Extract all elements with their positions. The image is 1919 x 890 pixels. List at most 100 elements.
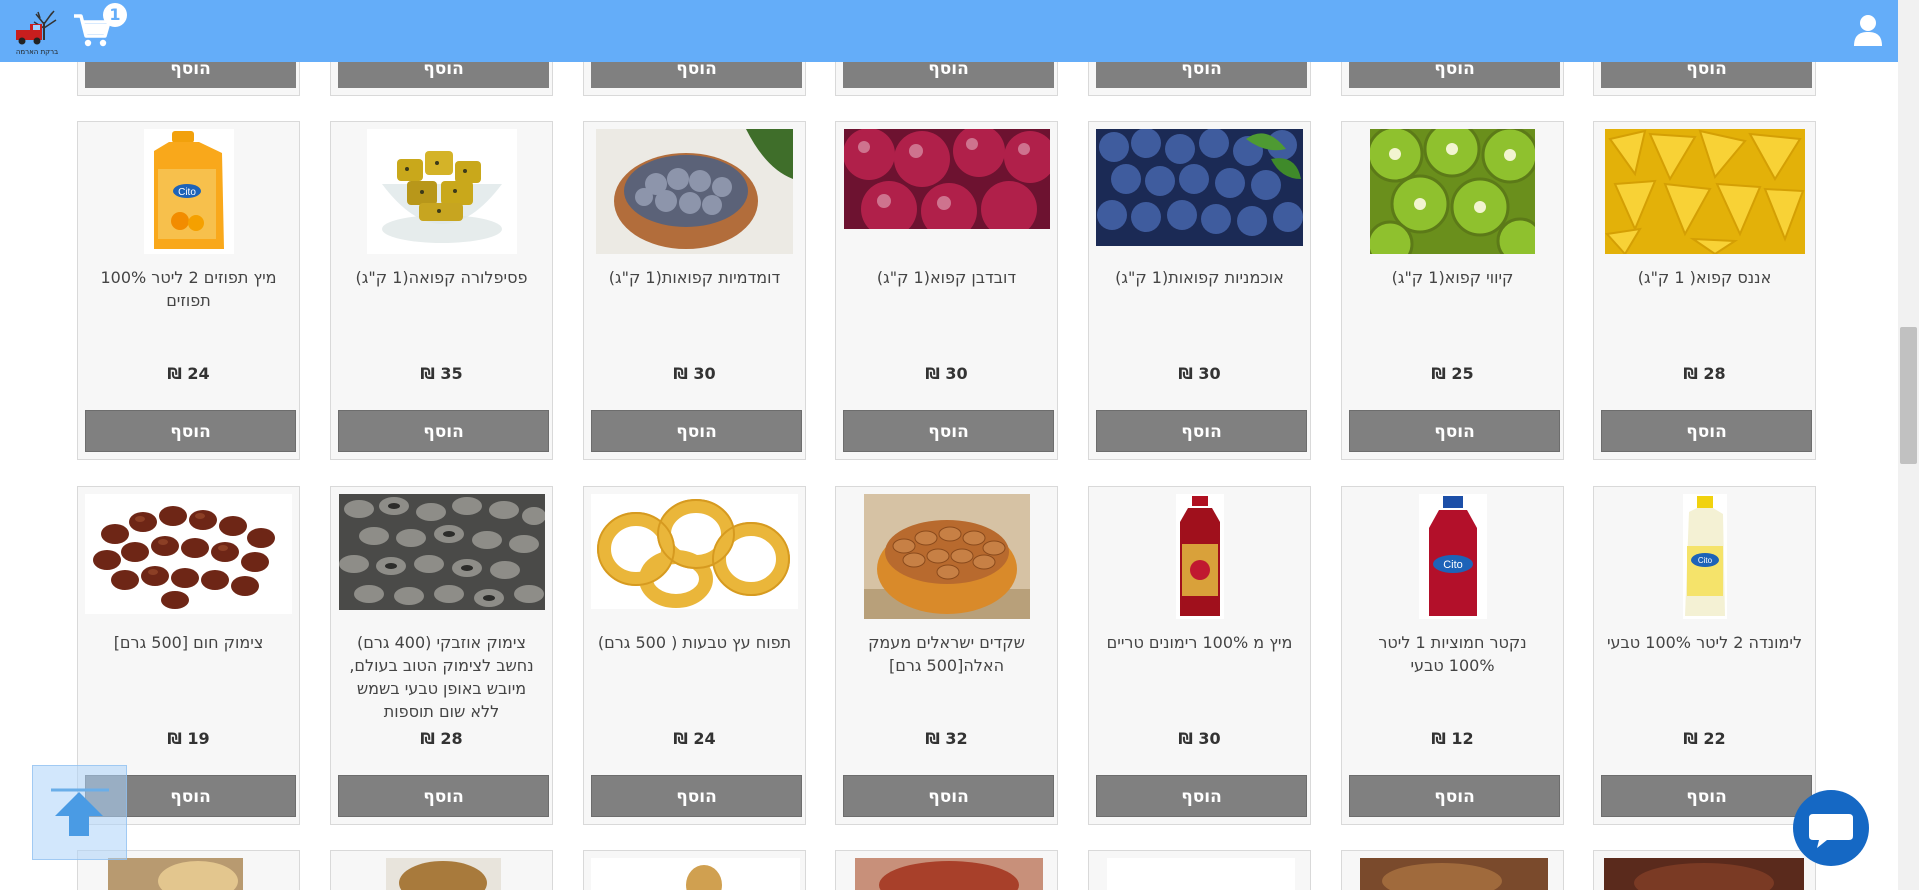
product-card-partial [1341, 850, 1564, 890]
add-button[interactable]: הוסף [1096, 410, 1307, 452]
product-image[interactable] [1089, 129, 1310, 254]
product-image[interactable] [1342, 129, 1563, 254]
product-image[interactable] [1342, 851, 1564, 890]
add-button[interactable]: הוסף [1349, 775, 1560, 817]
product-card-partial: הוסף [1088, 62, 1311, 96]
add-button[interactable]: הוסף [1096, 62, 1307, 88]
product-price: 19 ₪ [167, 729, 210, 748]
product-card-partial [1088, 850, 1311, 890]
product-card: אוכמניות קפואות(1 ק"ג) 30 ₪ הוסף [1088, 121, 1311, 460]
product-card: דומדמיות קפואות(1 ק"ג) 30 ₪ הוסף [583, 121, 806, 460]
add-button[interactable]: הוסף [843, 62, 1054, 88]
add-button[interactable]: הוסף [843, 775, 1054, 817]
add-button[interactable]: הוסף [591, 775, 802, 817]
pomegranate-juice-bottle-image [1175, 494, 1224, 619]
product-card: Cito לימונדה 2 ליטר 100% טבעי 22 ₪ הוסף [1593, 486, 1816, 825]
product-image[interactable] [836, 851, 1058, 890]
store-logo[interactable]: ברקת הארמה [12, 10, 62, 56]
product-image[interactable] [584, 129, 805, 254]
product-card: שקדים ישראלים מעמק האלה[500 גרם] 32 ₪ הו… [835, 486, 1058, 825]
product-name: צימוק חום [500 גרם] [113, 633, 264, 652]
product-image[interactable] [584, 851, 806, 890]
add-button[interactable]: הוסף [843, 410, 1054, 452]
product-price: 30 ₪ [1178, 364, 1221, 383]
product-card-partial: הוסף [1341, 62, 1564, 96]
product-image[interactable]: Cito [78, 129, 299, 254]
product-name: שקדים ישראלים מעמק האלה[500 גרם] [868, 633, 1025, 675]
add-button[interactable]: הוסף [338, 62, 549, 88]
product-price: 12 ₪ [1431, 729, 1474, 748]
product-name: אננס קפוא( 1 ק"ג) [1637, 268, 1772, 287]
back-to-top-button[interactable] [32, 765, 127, 860]
lemonade-bottle-image: Cito [1682, 494, 1727, 619]
product-image[interactable] [1089, 851, 1311, 890]
dried-apple-rings-image [591, 494, 798, 609]
product-price: 30 ₪ [673, 364, 716, 383]
frozen-berries-bowl-image [596, 129, 793, 254]
add-button[interactable]: הוסף [338, 775, 549, 817]
product-card-partial [330, 850, 553, 890]
add-button[interactable]: הוסף [1601, 775, 1812, 817]
product-name: אוכמניות קפואות(1 ק"ג) [1115, 268, 1284, 287]
product-card: Cito מיץ תפוזים 2 ליטר 100% תפוזים 24 ₪ … [77, 121, 300, 460]
product-image[interactable] [836, 494, 1057, 619]
product-name: דובדבן קפוא(1 ק"ג) [876, 268, 1017, 287]
product-price: 24 ₪ [673, 729, 716, 748]
add-button[interactable]: הוסף [85, 410, 296, 452]
add-button[interactable]: הוסף [591, 410, 802, 452]
product-price: 22 ₪ [1683, 729, 1726, 748]
product-price: 32 ₪ [925, 729, 968, 748]
frozen-passionfruit-bowl-image [366, 129, 517, 254]
add-button[interactable]: הוסף [338, 410, 549, 452]
product-image[interactable]: Cito [1342, 494, 1563, 619]
frozen-cherries-image [843, 129, 1050, 229]
product-name: דומדמיות קפואות(1 ק"ג) [608, 268, 781, 287]
add-button[interactable]: הוסף [1349, 62, 1560, 88]
add-button[interactable]: הוסף [591, 62, 802, 88]
cart-count-badge: 1 [103, 3, 127, 27]
chat-bubble-icon [1809, 814, 1853, 848]
product-card-partial [583, 850, 806, 890]
product-name: מיץ תפוזים 2 ליטר 100% תפוזים [100, 268, 277, 310]
product-name: נקטר חמוציות 1 ליטר 100% טבעי [1378, 633, 1527, 675]
product-grid: הוסף הוסף הוסף הוסף הוסף הוסף הוסף Cito … [0, 62, 1898, 890]
top-navbar: ברקת הארמה 1 [0, 0, 1898, 62]
add-button[interactable]: הוסף [85, 62, 296, 88]
orange-juice-bottle-image: Cito [143, 129, 234, 254]
add-button[interactable]: הוסף [1349, 410, 1560, 452]
scrollbar-thumb[interactable] [1900, 327, 1917, 464]
product-price: 28 ₪ [1683, 364, 1726, 383]
chat-button[interactable] [1793, 790, 1869, 866]
add-button[interactable]: הוסף [1096, 775, 1307, 817]
brown-raisins-image [85, 494, 292, 614]
product-image[interactable] [1089, 494, 1310, 619]
product-price: 25 ₪ [1431, 364, 1474, 383]
logo-text: ברקת הארמה [15, 48, 59, 56]
product-image[interactable] [1594, 851, 1816, 890]
product-price: 28 ₪ [420, 729, 463, 748]
product-card-partial [835, 850, 1058, 890]
product-image[interactable]: Cito [1594, 494, 1815, 619]
product-card: תפוח עץ טבעות ( 500 גרם) 24 ₪ הוסף [583, 486, 806, 825]
product-image[interactable] [331, 129, 552, 254]
product-image[interactable] [331, 494, 552, 619]
add-button[interactable]: הוסף [1601, 410, 1812, 452]
product-card-partial [1593, 850, 1816, 890]
pineapple-chunks-image [1604, 129, 1805, 254]
product-card: צימוק אוזבקי (400 גרם) נחשב לצימוק הטוב … [330, 486, 553, 825]
product-image[interactable] [584, 494, 805, 619]
product-image[interactable] [1594, 129, 1815, 254]
product-card: Cito נקטר חמוציות 1 ליטר 100% טבעי 12 ₪ … [1341, 486, 1564, 825]
product-name: קיווי קפוא(1 ק"ג) [1391, 268, 1514, 287]
product-image[interactable] [331, 851, 553, 890]
uzbek-raisins-image [338, 494, 545, 610]
user-icon[interactable] [1853, 14, 1883, 46]
product-name: לימונדה 2 ליטר 100% טבעי [1606, 633, 1803, 652]
product-card: אננס קפוא( 1 ק"ג) 28 ₪ הוסף [1593, 121, 1816, 460]
product-card: פסיפלורה קפואה(1 ק"ג) 35 ₪ הוסף [330, 121, 553, 460]
product-card: דובדבן קפוא(1 ק"ג) 30 ₪ הוסף [835, 121, 1058, 460]
product-name: מיץ מ 100% רימונים טריים [1106, 633, 1293, 652]
product-image[interactable] [836, 129, 1057, 254]
add-button[interactable]: הוסף [1601, 62, 1812, 88]
product-image[interactable] [78, 494, 299, 619]
